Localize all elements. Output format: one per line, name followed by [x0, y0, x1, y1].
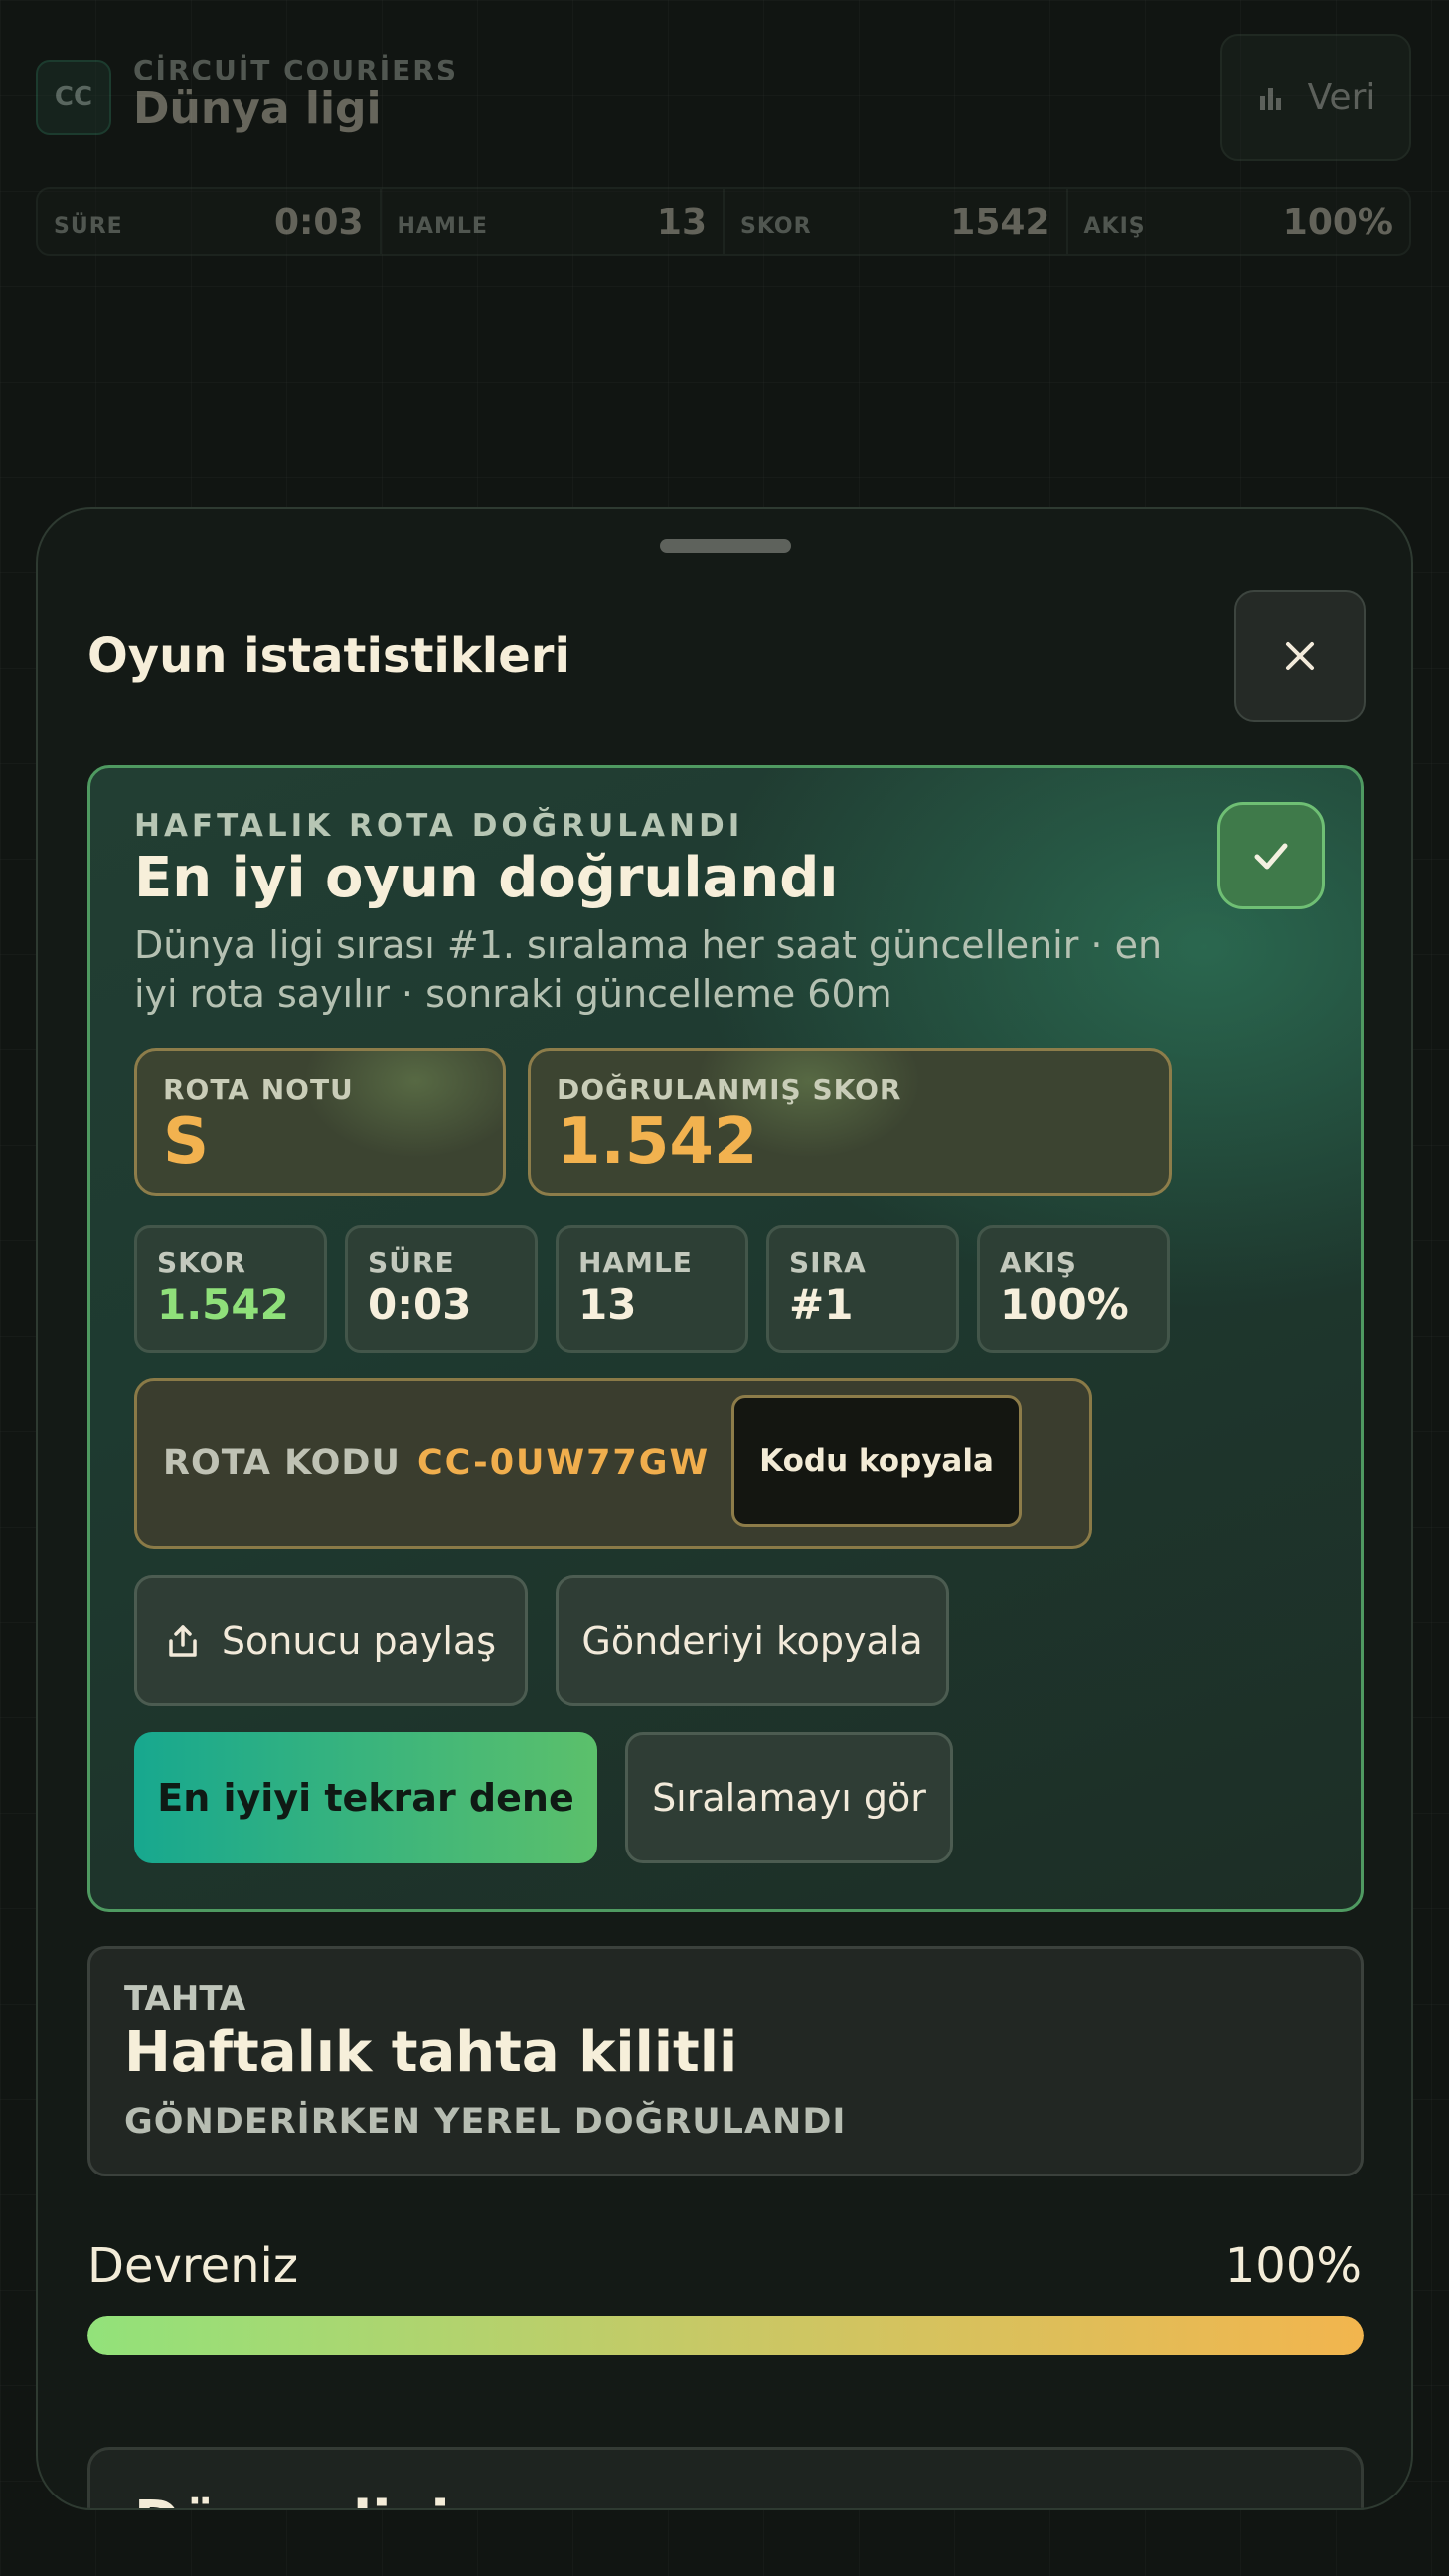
copy-post-button[interactable]: Gönderiyi kopyala	[556, 1575, 949, 1706]
world-league-title: Dünya ligi sırası	[134, 2490, 639, 2508]
route-grade-label: ROTA NOTU	[163, 1073, 354, 1106]
copy-code-button[interactable]: Kodu kopyala	[731, 1395, 1022, 1527]
stat-rank: SIRA #1	[766, 1225, 959, 1353]
top-bar: CC CİRCUİT COURİERS Dünya ligi Veri SÜRE…	[0, 0, 1449, 268]
bar-chart-icon	[1259, 88, 1281, 110]
verified-result-card: HAFTALIK ROTA DOĞRULANDI En iyi oyun doğ…	[87, 765, 1364, 1912]
top-stat-time: SÜRE 0:03	[38, 189, 382, 254]
stat-label: AKIŞ	[1000, 1246, 1077, 1279]
verified-title: En iyi oyun doğrulandı	[134, 846, 839, 910]
top-stat-value: 1542	[950, 201, 1050, 242]
verified-score-value: 1.542	[557, 1105, 758, 1179]
view-leaderboard-button[interactable]: Sıralamayı gör	[625, 1732, 953, 1863]
top-stats-strip: SÜRE 0:03 HAMLE 13 SKOR 1542 AKIŞ 100%	[36, 187, 1411, 256]
drag-handle[interactable]	[660, 539, 791, 553]
stat-moves: HAMLE 13	[556, 1225, 748, 1353]
stat-time: SÜRE 0:03	[345, 1225, 538, 1353]
brand-kicker: CİRCUİT COURİERS	[133, 54, 458, 86]
share-result-button[interactable]: Sonucu paylaş	[134, 1575, 528, 1706]
board-card: TAHTA Haftalık tahta kilitli GÖNDERİRKEN…	[87, 1946, 1364, 2176]
route-code-box: ROTA KODU CC-0UW77GW Kodu kopyala	[134, 1378, 1092, 1549]
top-stat-label: SÜRE	[54, 213, 123, 239]
route-code-label: ROTA KODU	[163, 1443, 401, 1483]
board-kicker: TAHTA	[124, 1979, 246, 2018]
verified-badge	[1217, 802, 1325, 909]
circuit-progress-fill	[87, 2316, 1364, 2355]
share-icon	[169, 1625, 197, 1657]
top-stat-value: 0:03	[273, 201, 364, 242]
stat-label: SIRA	[789, 1246, 867, 1279]
retry-best-button[interactable]: En iyiyi tekrar dene	[134, 1732, 597, 1863]
top-stat-score: SKOR 1542	[724, 189, 1068, 254]
check-icon	[1254, 843, 1288, 870]
data-button[interactable]: Veri	[1220, 34, 1411, 161]
verified-subtitle: Dünya ligi sırası #1. sıralama her saat …	[134, 923, 1163, 1016]
world-league-card: Dünya ligi sırası	[87, 2447, 1364, 2508]
view-leaderboard-label: Sıralamayı gör	[652, 1776, 926, 1820]
sheet-title: Oyun istatistikleri	[87, 628, 570, 684]
board-status: GÖNDERİRKEN YEREL DOĞRULANDI	[124, 2102, 847, 2142]
copy-post-label: Gönderiyi kopyala	[581, 1619, 923, 1663]
circuit-progress-label: Devreniz	[87, 2238, 299, 2294]
stat-value: 0:03	[368, 1280, 472, 1329]
verified-score-label: DOĞRULANMIŞ SKOR	[557, 1073, 902, 1106]
stat-label: SKOR	[157, 1246, 246, 1279]
top-stat-label: HAMLE	[397, 213, 488, 239]
close-button[interactable]	[1234, 590, 1366, 722]
route-grade-box: ROTA NOTU S	[134, 1048, 506, 1196]
stat-label: HAMLE	[578, 1246, 693, 1279]
top-stat-value: 13	[656, 201, 707, 242]
share-result-label: Sonucu paylaş	[221, 1619, 497, 1663]
circuit-progress-bar	[87, 2316, 1364, 2355]
stat-value: 100%	[1000, 1280, 1129, 1329]
app-logo: CC	[36, 60, 111, 135]
close-icon	[1286, 642, 1314, 670]
stat-value: #1	[789, 1280, 854, 1329]
verified-score-box: DOĞRULANMIŞ SKOR 1.542	[528, 1048, 1172, 1196]
top-stat-label: SKOR	[740, 213, 812, 239]
board-title: Haftalık tahta kilitli	[124, 2020, 738, 2085]
route-grade-value: S	[163, 1105, 210, 1179]
verified-kicker: HAFTALIK ROTA DOĞRULANDI	[134, 808, 744, 844]
circuit-progress-value: 100%	[1224, 2238, 1362, 2294]
top-stat-label: AKIŞ	[1083, 213, 1146, 239]
data-button-label: Veri	[1307, 77, 1376, 118]
stat-value: 13	[578, 1280, 637, 1329]
stat-label: SÜRE	[368, 1246, 455, 1279]
stats-sheet: Oyun istatistikleri HAFTALIK ROTA DOĞRUL…	[36, 507, 1413, 2510]
top-stat-value: 100%	[1282, 201, 1393, 242]
stat-score: SKOR 1.542	[134, 1225, 327, 1353]
retry-best-label: En iyiyi tekrar dene	[157, 1776, 574, 1820]
top-stat-flow: AKIŞ 100%	[1068, 189, 1410, 254]
stat-value: 1.542	[157, 1280, 289, 1329]
brand-title: Dünya ligi	[133, 83, 382, 134]
stat-flow: AKIŞ 100%	[977, 1225, 1170, 1353]
route-code-value: CC-0UW77GW	[417, 1443, 711, 1483]
top-stat-moves: HAMLE 13	[382, 189, 724, 254]
